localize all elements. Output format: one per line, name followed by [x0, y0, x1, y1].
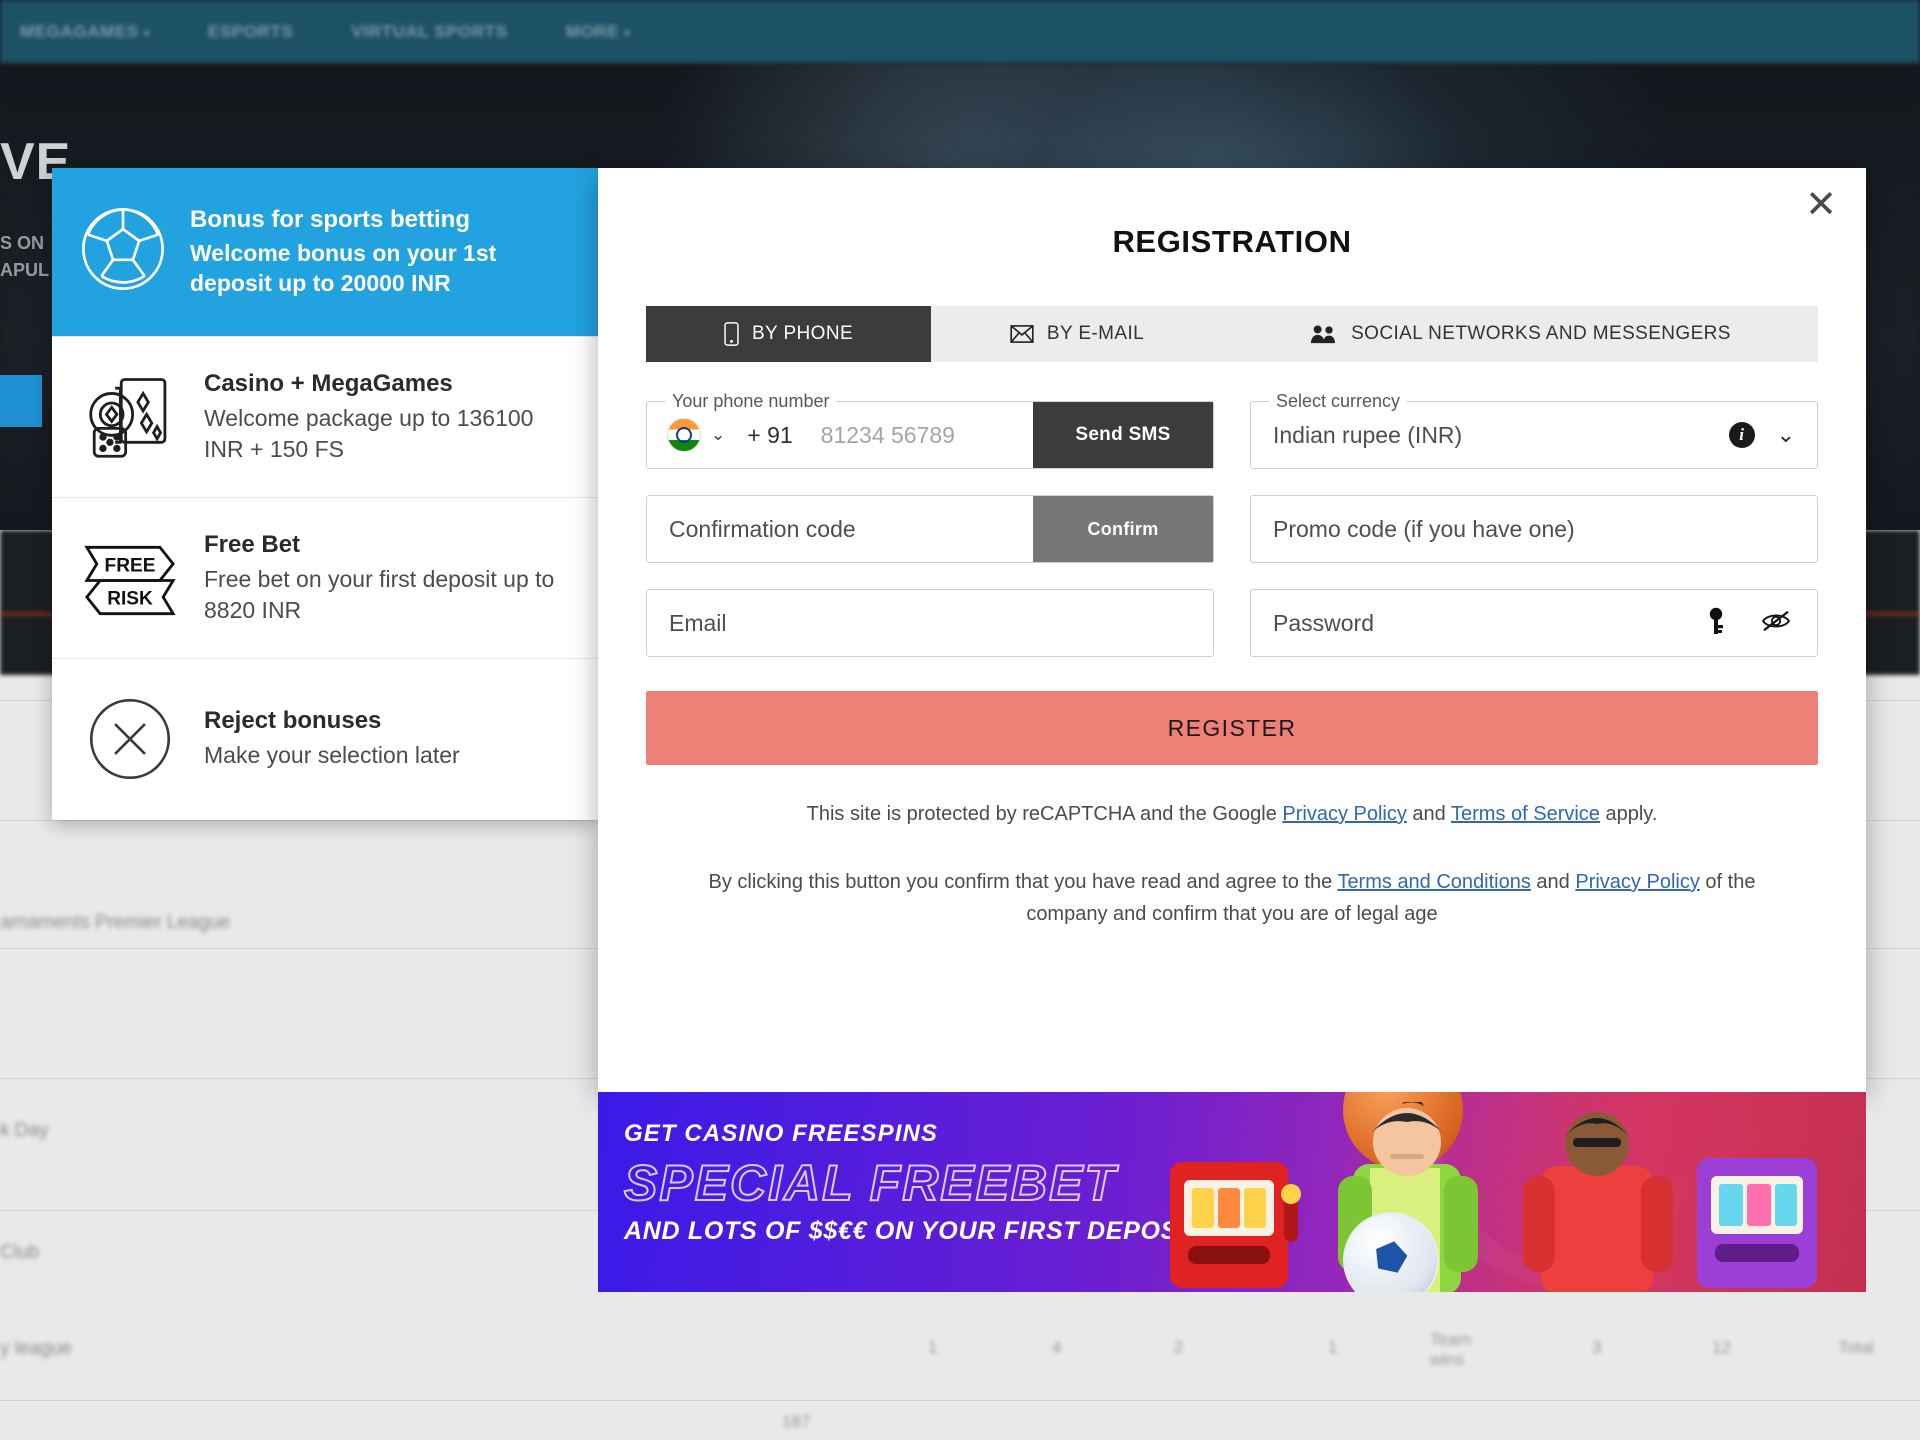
recaptcha-terms-of-service-link[interactable]: Terms of Service: [1451, 803, 1600, 825]
terms-privacy-policy-link[interactable]: Privacy Policy: [1575, 871, 1699, 893]
tab-label: BY E-MAIL: [1046, 323, 1145, 344]
banner-slot-machine-purple: [1697, 1158, 1817, 1288]
close-icon[interactable]: ✕: [1798, 182, 1844, 228]
recaptcha-text-mid: and: [1406, 803, 1451, 825]
password-placeholder: Password: [1273, 609, 1374, 636]
svg-text:FREE: FREE: [105, 555, 156, 576]
register-button[interactable]: REGISTER: [646, 691, 1818, 765]
bonus-option-title: Free Bet: [204, 530, 301, 558]
phone-input-placeholder[interactable]: 81234 56789: [821, 422, 955, 449]
registration-modal-overlay: Bonus for sports betting Welcome bonus o…: [0, 0, 1920, 1440]
bonus-option-subtitle: Make your selection later: [204, 742, 460, 769]
currency-selected-value: Indian rupee (INR): [1273, 421, 1463, 448]
confirmation-code-field[interactable]: Confirmation code Confirm: [646, 495, 1214, 563]
svg-text:RISK: RISK: [107, 589, 153, 610]
bonus-selection-panel: Bonus for sports betting Welcome bonus o…: [52, 168, 598, 820]
chevron-down-icon[interactable]: ⌄: [1777, 422, 1795, 448]
promo-code-field[interactable]: Promo code (if you have one): [1250, 495, 1818, 563]
currency-field-legend: Select currency: [1269, 391, 1408, 412]
registration-form: Your phone number ⌄ + 91 81234 56789 Sen…: [646, 391, 1818, 657]
bonus-option-casino-megagames[interactable]: Casino + MegaGames Welcome package up to…: [52, 336, 598, 497]
tab-social-networks[interactable]: SOCIAL NETWORKS AND MESSENGERS: [1223, 306, 1818, 362]
banner-character-fan: [1523, 1112, 1673, 1292]
info-icon[interactable]: i: [1728, 422, 1755, 448]
free-risk-bet-icon: FREE RISK: [78, 539, 182, 617]
bonus-option-free-bet[interactable]: FREE RISK Free Bet Free bet on your firs…: [52, 497, 598, 658]
casino-chips-cards-icon: [78, 369, 182, 465]
banner-line-1: GET CASINO FREESPINS: [624, 1120, 939, 1147]
phone-number-field[interactable]: Your phone number ⌄ + 91 81234 56789 Sen…: [646, 391, 1214, 469]
bonus-option-title: Casino + MegaGames: [204, 369, 453, 397]
chevron-down-icon[interactable]: ⌄: [711, 425, 725, 445]
email-field[interactable]: Email: [646, 589, 1214, 657]
recaptcha-privacy-policy-link[interactable]: Privacy Policy: [1282, 803, 1406, 825]
confirm-button[interactable]: Confirm: [1033, 496, 1213, 562]
bonus-option-title: Bonus for sports betting: [190, 206, 470, 234]
bonus-option-sports-betting[interactable]: Bonus for sports betting Welcome bonus o…: [52, 168, 598, 336]
circle-x-icon: [78, 695, 182, 783]
bonus-option-title: Reject bonuses: [204, 707, 382, 735]
india-flag-icon[interactable]: [667, 418, 701, 452]
terms-text-mid: and: [1530, 871, 1576, 893]
registration-method-tabs: BY PHONE BY E-MAIL SOCIAL NETWORKS AND M…: [646, 306, 1818, 362]
password-field[interactable]: Password: [1250, 589, 1818, 657]
recaptcha-notice: This site is protected by reCAPTCHA and …: [598, 803, 1866, 826]
bonus-option-subtitle: Free bet on your first deposit up to 882…: [204, 565, 555, 623]
eye-slash-icon[interactable]: [1761, 609, 1791, 638]
tab-by-phone[interactable]: BY PHONE: [646, 306, 931, 362]
recaptcha-text-suffix: apply.: [1599, 803, 1658, 825]
bonus-option-subtitle: Welcome package up to 136100 INR + 150 F…: [204, 404, 534, 462]
send-sms-button[interactable]: Send SMS: [1033, 402, 1213, 468]
confirmation-code-placeholder: Confirmation code: [669, 515, 856, 542]
currency-select-field[interactable]: Select currency Indian rupee (INR) i ⌄: [1250, 391, 1818, 469]
phone-field-legend: Your phone number: [665, 391, 837, 412]
mobile-phone-icon: [724, 322, 739, 346]
bonus-option-subtitle: Welcome bonus on your 1st deposit up to …: [190, 240, 497, 297]
soccer-ball-icon: [78, 204, 168, 299]
terms-agreement-notice: By clicking this button you confirm that…: [708, 866, 1756, 931]
promo-code-placeholder: Promo code (if you have one): [1273, 515, 1575, 542]
people-group-icon: [1310, 324, 1338, 344]
recaptcha-text-prefix: This site is protected by reCAPTCHA and …: [806, 803, 1283, 825]
tab-label: SOCIAL NETWORKS AND MESSENGERS: [1351, 323, 1731, 344]
email-placeholder: Email: [669, 609, 727, 636]
tab-by-email[interactable]: BY E-MAIL: [931, 306, 1223, 362]
bonus-option-reject[interactable]: Reject bonuses Make your selection later: [52, 658, 598, 819]
banner-slot-machine-red: [1170, 1162, 1301, 1288]
terms-text-prefix: By clicking this button you confirm that…: [708, 871, 1338, 893]
banner-line-3: AND LOTS OF $$€€ ON YOUR FIRST DEPOSIT: [624, 1217, 1202, 1245]
envelope-icon: [1010, 325, 1034, 343]
page-root: VE S ON APUL arnaments Premier League k …: [0, 0, 1920, 1440]
key-icon[interactable]: [1707, 607, 1725, 640]
country-dial-code: + 91: [747, 421, 793, 448]
promo-banner[interactable]: GET CASINO FREESPINS SPECIAL FREEBET AND…: [598, 1092, 1866, 1292]
registration-dialog: ✕ REGISTRATION BY PHONE BY E-MAIL SOCIAL…: [598, 168, 1866, 1092]
tab-label: BY PHONE: [751, 323, 854, 344]
terms-and-conditions-link[interactable]: Terms and Conditions: [1337, 871, 1530, 893]
banner-text-block: GET CASINO FREESPINS SPECIAL FREEBET AND…: [623, 1120, 1202, 1246]
banner-line-2: SPECIAL FREEBET: [623, 1154, 1118, 1212]
page-title: REGISTRATION: [1112, 224, 1352, 259]
